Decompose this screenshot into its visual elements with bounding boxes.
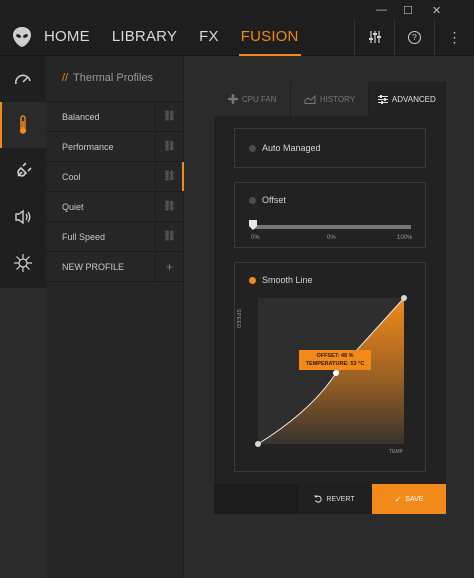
auto-managed-option[interactable]: Auto Managed	[234, 128, 426, 168]
profile-performance[interactable]: Performance ⛓	[46, 131, 183, 162]
revert-button[interactable]: REVERT	[298, 484, 372, 514]
profile-quiet[interactable]: Quiet ⛓	[46, 191, 183, 222]
panel-title-text: Thermal Profiles	[72, 72, 154, 84]
y-axis-label: SPEED	[235, 309, 241, 329]
rail-performance[interactable]	[0, 56, 46, 102]
panel-title: // Thermal Profiles	[46, 56, 183, 102]
speaker-icon	[15, 209, 31, 225]
curve-tooltip: OFFSET: 48 % TEMPERATURE: 53 °C	[299, 350, 371, 370]
profile-label: Cool	[62, 171, 81, 182]
curve-point-mid[interactable]	[333, 370, 339, 376]
nav-library[interactable]: LIBRARY	[112, 28, 177, 56]
alien-logo-icon[interactable]	[12, 26, 32, 48]
rail-thermal[interactable]	[0, 102, 46, 148]
speedometer-icon	[15, 74, 31, 85]
rail-audio[interactable]	[0, 194, 46, 240]
smooth-line-option[interactable]: Smooth Line SPEED TEMP OFFSET: 48 % TEMP…	[234, 262, 426, 472]
settings-sliders-button[interactable]	[354, 18, 394, 56]
auto-managed-label: Auto Managed	[262, 143, 321, 153]
profile-label: Performance	[62, 141, 114, 152]
minimize-button[interactable]: —	[376, 4, 387, 16]
nav-fx[interactable]: FX	[199, 28, 219, 56]
more-button[interactable]: ⋮	[434, 18, 474, 56]
link-icon[interactable]: ⛓	[155, 161, 183, 192]
rail-lighting[interactable]	[0, 240, 46, 286]
auto-managed-radio[interactable]	[249, 144, 256, 152]
nav-home[interactable]: HOME	[44, 28, 90, 56]
power-plug-icon	[17, 162, 32, 177]
new-profile-label: NEW PROFILE	[62, 261, 125, 272]
offset-slider-track[interactable]	[251, 225, 411, 229]
card-footer: REVERT ✓ SAVE	[214, 484, 446, 514]
tab-bar: CPU FAN HISTORY ADVANCED	[214, 82, 446, 116]
offset-option[interactable]: Offset 0% 0% 100%	[234, 182, 426, 248]
top-bar: — ☐ ✕ HOME LIBRARY FX FUSION ? ⋮	[0, 0, 474, 56]
sliders-icon	[368, 31, 381, 43]
fan-icon	[227, 94, 238, 104]
tab-cpu-fan[interactable]: CPU FAN	[214, 82, 292, 116]
curve-point-start[interactable]	[255, 441, 261, 447]
offset-radio[interactable]	[249, 196, 256, 204]
profile-label: Quiet	[62, 201, 84, 212]
link-icon[interactable]: ⛓	[155, 101, 183, 132]
offset-tick-max: 100%	[397, 235, 413, 241]
tab-label: HISTORY	[319, 94, 356, 104]
profile-full-speed[interactable]: Full Speed ⛓	[46, 221, 183, 252]
offset-tick-min: 0%	[251, 235, 260, 241]
x-axis-label: TEMP	[389, 449, 403, 455]
icon-rail	[0, 56, 46, 288]
help-icon: ?	[408, 30, 421, 44]
nav-fusion[interactable]: FUSION	[238, 28, 301, 56]
offset-label: Offset	[262, 195, 286, 205]
revert-label: REVERT	[326, 495, 355, 503]
profile-balanced[interactable]: Balanced ⛓	[46, 101, 183, 132]
top-right-tools: ? ⋮	[354, 18, 474, 56]
title-prefix: //	[62, 72, 69, 84]
profile-label: Full Speed	[62, 231, 106, 242]
more-icon: ⋮	[447, 28, 462, 45]
main-nav: HOME LIBRARY FX FUSION	[44, 28, 321, 56]
fan-settings-card: CPU FAN HISTORY ADVANCED Auto Managed Of…	[214, 82, 446, 514]
link-icon[interactable]: ⛓	[155, 131, 183, 162]
curve-point-end[interactable]	[401, 295, 407, 301]
undo-icon	[314, 495, 322, 503]
link-icon[interactable]: ⛓	[155, 191, 183, 222]
rail-power[interactable]	[0, 148, 46, 194]
footer-empty-slot	[214, 484, 298, 514]
tab-label: CPU FAN	[241, 94, 277, 104]
maximize-button[interactable]: ☐	[403, 4, 413, 17]
tab-advanced[interactable]: ADVANCED	[368, 82, 446, 116]
new-profile-button[interactable]: NEW PROFILE +	[46, 251, 183, 282]
tooltip-temperature: TEMPERATURE: 53 °C	[305, 361, 365, 367]
close-button[interactable]: ✕	[432, 4, 441, 17]
thermal-profiles-panel: // Thermal Profiles Balanced ⛓ Performan…	[46, 56, 184, 578]
check-icon: ✓	[394, 494, 402, 504]
profile-label: Balanced	[62, 111, 100, 122]
help-button[interactable]: ?	[394, 18, 434, 56]
history-chart-icon	[304, 94, 316, 104]
sliders-icon	[377, 94, 388, 104]
plus-icon: +	[155, 251, 183, 282]
tab-history[interactable]: HISTORY	[291, 82, 369, 116]
profile-cool[interactable]: Cool ⛓	[46, 161, 184, 192]
light-burst-icon	[14, 254, 32, 272]
thermometer-icon	[19, 115, 27, 134]
save-button[interactable]: ✓ SAVE	[372, 484, 446, 514]
save-label: SAVE	[405, 495, 424, 503]
link-icon[interactable]: ⛓	[155, 221, 183, 252]
tooltip-offset: OFFSET: 48 %	[316, 353, 354, 359]
tab-label: ADVANCED	[391, 94, 436, 104]
offset-tick-value: 0%	[327, 235, 336, 241]
